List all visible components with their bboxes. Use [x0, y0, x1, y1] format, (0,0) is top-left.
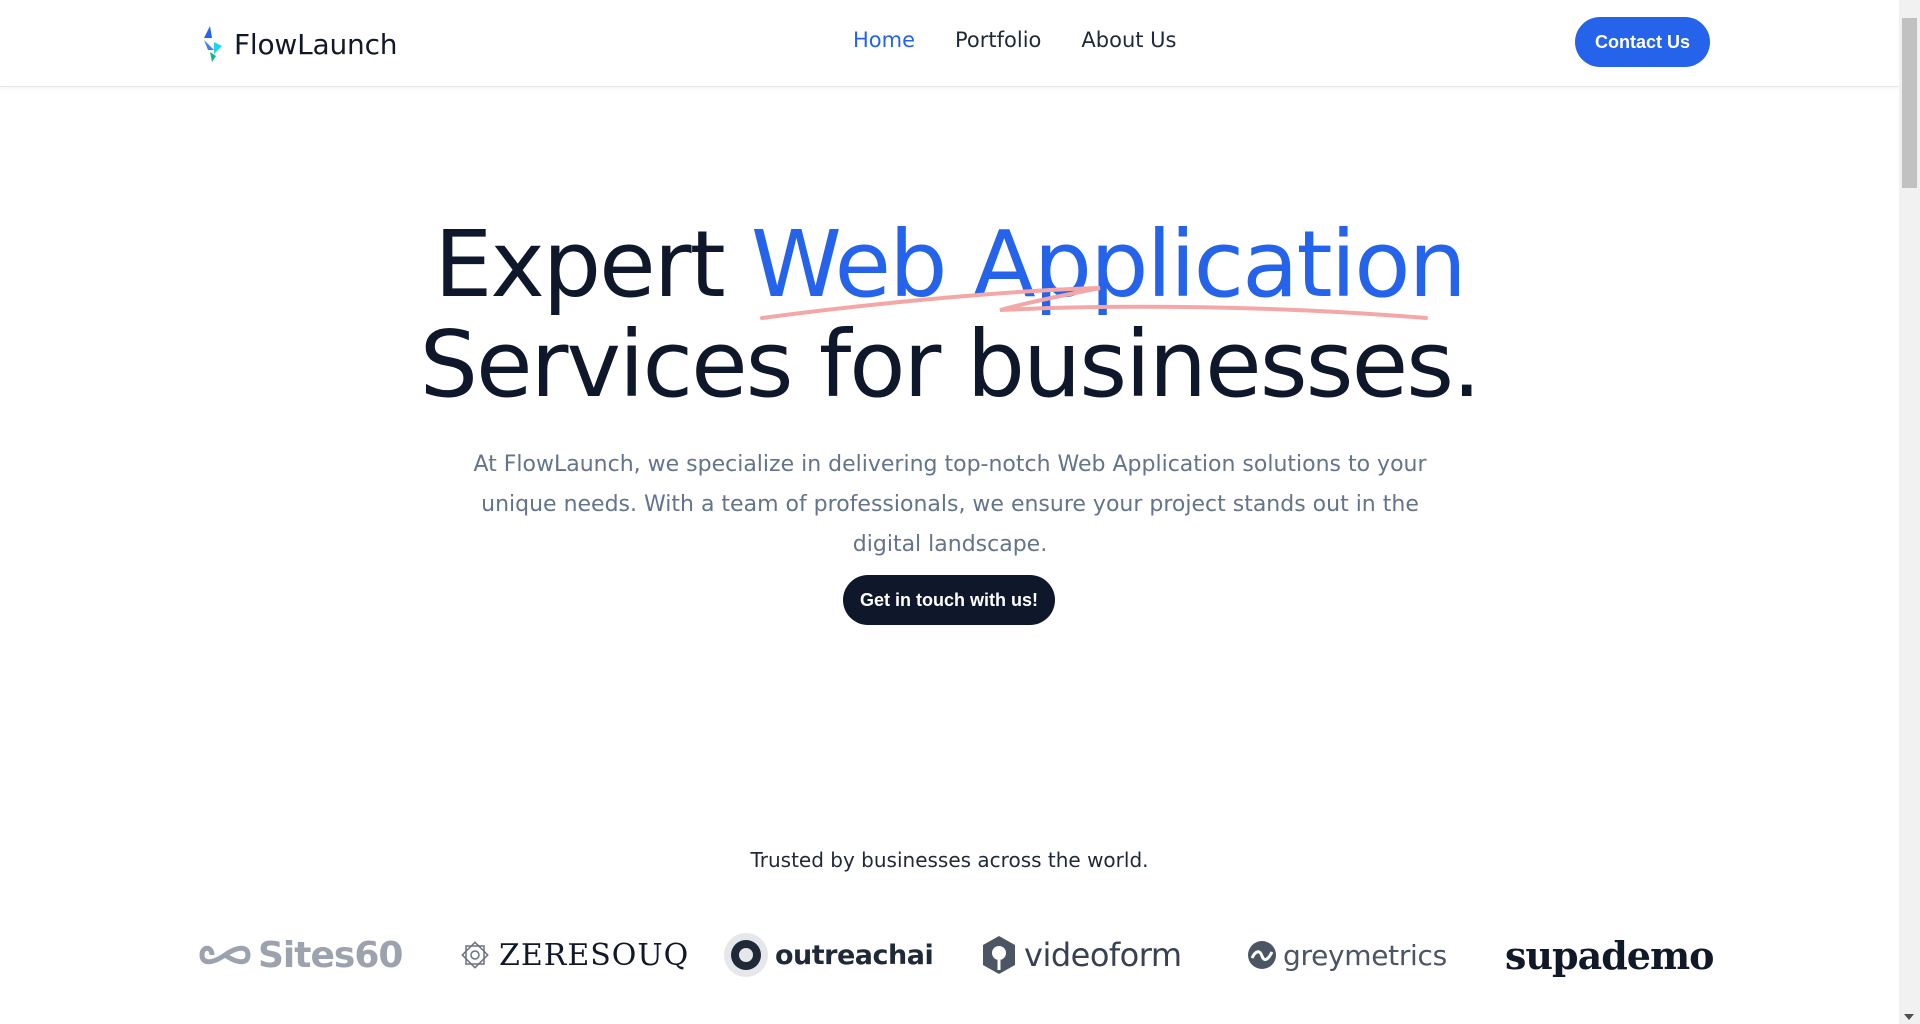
flowlaunch-logo-icon	[204, 26, 222, 62]
client-logo-supademo: supademo	[1505, 932, 1715, 978]
ornament-icon	[461, 941, 489, 969]
get-in-touch-button[interactable]: Get in touch with us!	[843, 575, 1055, 625]
site-header: FlowLaunch Home Portfolio About Us Conta…	[0, 0, 1899, 87]
client-logo-sites60: Sites60	[198, 925, 403, 985]
scroll-down-arrow-icon[interactable]	[1904, 1014, 1914, 1020]
greymetrics-wave-icon	[1248, 941, 1276, 969]
videoform-hex-icon	[983, 936, 1015, 974]
brand-logo[interactable]: FlowLaunch	[200, 22, 398, 66]
contact-us-button[interactable]: Contact Us	[1575, 17, 1710, 67]
client-logos: Sites60 ZERESOUQ outreachai videoform gr…	[195, 925, 1715, 985]
client-logo-videoform: videoform	[980, 925, 1182, 985]
nav-portfolio[interactable]: Portfolio	[955, 28, 1041, 52]
scrollbar-thumb[interactable]	[1902, 18, 1917, 188]
scribble-underline-icon	[760, 286, 1428, 320]
nav-home[interactable]: Home	[853, 28, 915, 52]
trusted-heading: Trusted by businesses across the world.	[750, 848, 1149, 872]
client-logo-greymetrics: greymetrics	[1247, 925, 1447, 985]
main-nav: Home Portfolio About Us	[853, 28, 1176, 52]
outreachai-ring-icon	[724, 933, 768, 977]
infinity-icon	[199, 945, 251, 965]
nav-about-us[interactable]: About Us	[1081, 28, 1176, 52]
page-scrollbar[interactable]	[1899, 0, 1920, 1024]
hero-subtitle: At FlowLaunch, we specialize in deliveri…	[473, 452, 1427, 557]
client-logo-outreachai: outreachai	[723, 925, 934, 985]
brand-name: FlowLaunch	[234, 27, 398, 61]
hero-title-plain: Expert	[434, 211, 751, 318]
client-logo-zeresouq: ZERESOUQ	[457, 925, 689, 985]
